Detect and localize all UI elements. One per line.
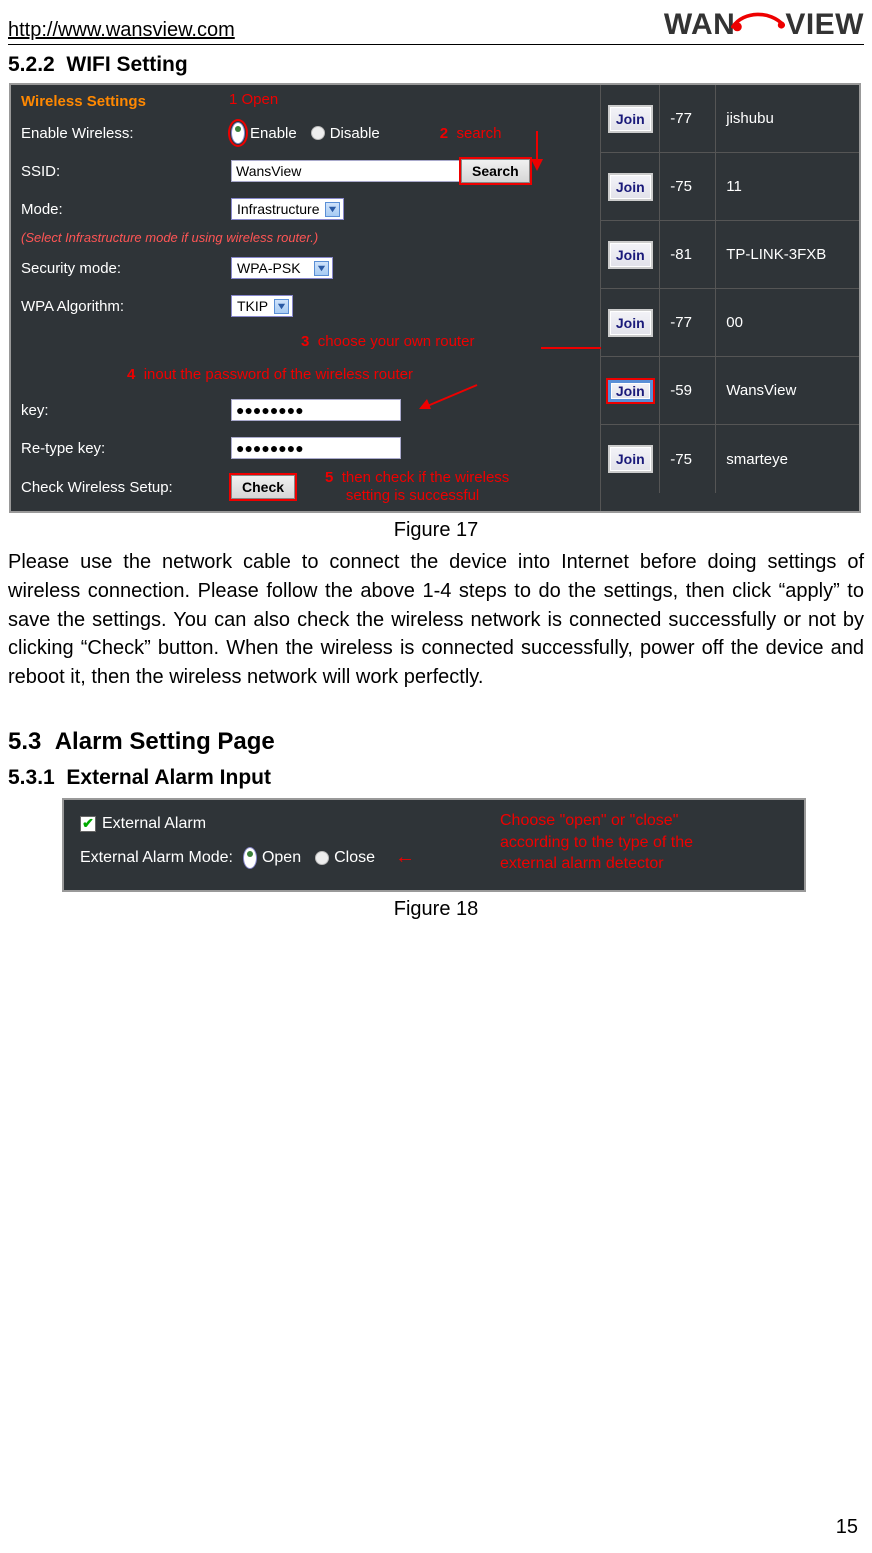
enable-radio[interactable] xyxy=(231,122,245,144)
figure-17-container: Wireless Settings 1 Open Enable Wireless… xyxy=(9,83,861,513)
logo-text-prefix: WAN xyxy=(664,8,736,42)
network-list-panel: Join-77jishubuJoin-7511Join-81TP-LINK-3F… xyxy=(600,85,859,511)
join-button[interactable]: Join xyxy=(608,173,653,201)
signal-strength: -75 xyxy=(659,153,715,220)
arrow-down-icon xyxy=(528,129,546,173)
search-button[interactable]: Search xyxy=(461,159,530,183)
arrow-right-icon xyxy=(541,347,841,349)
security-mode-select[interactable]: WPA-PSK xyxy=(231,257,333,279)
close-radio-label: Close xyxy=(334,849,375,867)
figure-17-description: Please use the network cable to connect … xyxy=(8,548,864,692)
join-button[interactable]: Join xyxy=(608,241,653,269)
join-button[interactable]: Join xyxy=(608,105,653,133)
annotation-1: 1 Open xyxy=(229,91,278,108)
ssid-input[interactable] xyxy=(231,160,461,182)
wireless-settings-panel: Wireless Settings 1 Open Enable Wireless… xyxy=(11,85,600,511)
page-number: 15 xyxy=(836,1516,858,1539)
open-radio-label: Open xyxy=(262,849,301,867)
network-row: Join-81TP-LINK-3FXB xyxy=(601,221,859,289)
network-name: jishubu xyxy=(715,85,859,152)
arrow-diagonal-icon xyxy=(417,383,487,413)
check-wireless-label: Check Wireless Setup: xyxy=(21,479,231,496)
brand-logo: WAN VIEW xyxy=(664,8,864,42)
key-label: key: xyxy=(21,402,231,419)
network-name: TP-LINK-3FXB xyxy=(715,221,859,288)
signal-strength: -59 xyxy=(659,357,715,424)
enable-radio-label: Enable xyxy=(250,125,297,142)
wireless-settings-title: Wireless Settings xyxy=(21,93,590,110)
wpa-algorithm-select[interactable]: TKIP xyxy=(231,295,293,317)
chevron-down-icon xyxy=(325,202,340,217)
mode-select[interactable]: Infrastructure xyxy=(231,198,344,220)
enable-wireless-label: Enable Wireless: xyxy=(21,125,231,142)
signal-strength: -81 xyxy=(659,221,715,288)
ssid-label: SSID: xyxy=(21,163,231,180)
wpa-algorithm-label: WPA Algorithm: xyxy=(21,298,231,315)
join-button[interactable]: Join xyxy=(608,309,653,337)
site-url[interactable]: http://www.wansview.com xyxy=(8,19,235,42)
signal-strength: -77 xyxy=(659,289,715,356)
open-radio[interactable] xyxy=(243,847,257,869)
external-alarm-note: Choose "open" or "close" according to th… xyxy=(500,810,796,878)
disable-radio-label: Disable xyxy=(330,125,380,142)
retype-key-label: Re-type key: xyxy=(21,440,231,457)
figure-18-container: ✔ External Alarm External Alarm Mode: Op… xyxy=(62,798,806,892)
network-name: WansView xyxy=(715,357,859,424)
network-name: 11 xyxy=(715,153,859,220)
logo-text-suffix: VIEW xyxy=(785,8,864,42)
retype-key-input[interactable] xyxy=(231,437,401,459)
figure-17-caption: Figure 17 xyxy=(8,519,864,542)
join-button[interactable]: Join xyxy=(608,445,653,473)
chevron-down-icon xyxy=(274,299,289,314)
network-name: smarteye xyxy=(715,425,859,493)
chevron-down-icon xyxy=(314,261,329,276)
annotation-5: 5 then check if the wireless setting is … xyxy=(325,469,509,505)
heading-5-3-1: 5.3.1 External Alarm Input xyxy=(8,766,864,790)
network-name: 00 xyxy=(715,289,859,356)
mode-label: Mode: xyxy=(21,201,231,218)
check-button[interactable]: Check xyxy=(231,475,295,499)
external-alarm-label: External Alarm xyxy=(102,815,206,833)
infrastructure-note: (Select Infrastructure mode if using wir… xyxy=(21,230,590,245)
network-row: Join-7511 xyxy=(601,153,859,221)
heading-5-3: 5.3 Alarm Setting Page xyxy=(8,728,864,756)
external-alarm-mode-label: External Alarm Mode: xyxy=(80,849,233,867)
signal-strength: -77 xyxy=(659,85,715,152)
join-button[interactable]: Join xyxy=(608,380,653,402)
network-row: Join-75smarteye xyxy=(601,425,859,493)
network-row: Join -59WansView xyxy=(601,357,859,425)
external-alarm-checkbox[interactable]: ✔ xyxy=(80,816,96,832)
heading-5-2-2: 5.2.2 WIFI Setting xyxy=(8,53,864,77)
close-radio[interactable] xyxy=(315,851,329,865)
security-mode-label: Security mode: xyxy=(21,260,231,277)
page-header: http://www.wansview.com WAN VIEW xyxy=(8,8,864,45)
disable-radio[interactable] xyxy=(311,126,325,140)
signal-strength: -75 xyxy=(659,425,715,493)
figure-18-caption: Figure 18 xyxy=(8,898,864,921)
key-input[interactable] xyxy=(231,399,401,421)
arrow-left-icon: ← xyxy=(395,846,415,869)
logo-s-icon xyxy=(735,13,785,33)
annotation-4: 4 inout the password of the wireless rou… xyxy=(127,366,590,383)
annotation-2: 2 search xyxy=(440,125,502,142)
network-row: Join-77jishubu xyxy=(601,85,859,153)
